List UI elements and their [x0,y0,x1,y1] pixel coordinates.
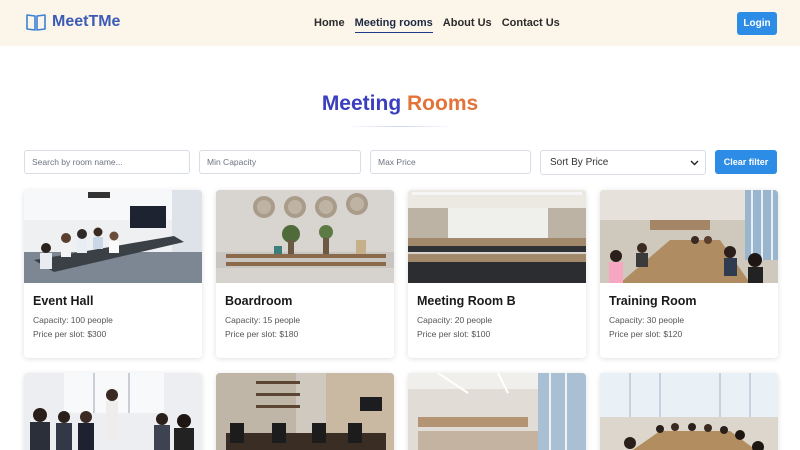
title-underline-divider [346,126,454,127]
room-price: Price per slot: $100 [417,329,491,339]
min-capacity-input[interactable] [199,150,361,174]
search-input[interactable] [24,150,190,174]
brand-name: MeetTMe [52,13,121,30]
nav-contact-us[interactable]: Contact Us [502,17,560,33]
room-card[interactable] [24,373,202,450]
page-title: Meeting Rooms [0,92,800,116]
main-nav: Home Meeting rooms About Us Contact Us [314,17,570,33]
room-capacity: Capacity: 20 people [417,315,493,325]
room-capacity: Capacity: 100 people [33,315,113,325]
page-title-part2: Rooms [407,92,479,115]
room-card[interactable] [408,373,586,450]
room-photo [600,190,778,283]
room-name: Meeting Room B [417,294,516,308]
room-photo [216,373,394,450]
room-photo [24,373,202,450]
room-price: Price per slot: $300 [33,329,107,339]
brand-logo[interactable]: MeetTMe [26,13,120,31]
room-photo [600,373,778,450]
room-card-boardroom[interactable]: Boardroom Capacity: 15 people Price per … [216,190,394,358]
chevron-down-icon [690,160,699,165]
room-card-training-room[interactable]: Training Room Capacity: 30 people Price … [600,190,778,358]
room-photo [408,373,586,450]
room-name: Boardroom [225,294,293,308]
clear-filter-button[interactable]: Clear filter [715,150,777,174]
max-price-input[interactable] [370,150,531,174]
nav-about-us[interactable]: About Us [443,17,492,33]
room-card[interactable] [216,373,394,450]
top-navbar: MeetTMe Home Meeting rooms About Us Cont… [0,0,800,46]
room-price: Price per slot: $120 [609,329,683,339]
nav-home[interactable]: Home [314,17,345,33]
room-capacity: Capacity: 15 people [225,315,301,325]
book-icon [26,14,46,31]
room-card-meeting-room-b[interactable]: Meeting Room B Capacity: 20 people Price… [408,190,586,358]
room-capacity: Capacity: 30 people [609,315,685,325]
page-title-part1: Meeting [321,92,402,115]
room-price: Price per slot: $180 [225,329,299,339]
room-card-event-hall[interactable]: Event Hall Capacity: 100 people Price pe… [24,190,202,358]
room-card[interactable] [600,373,778,450]
room-photo [24,190,202,283]
sort-select-value: Sort By Price [550,157,609,168]
room-name: Event Hall [33,294,94,308]
room-photo [216,190,394,283]
room-name: Training Room [609,294,697,308]
sort-select[interactable]: Sort By Price [540,150,706,175]
login-button[interactable]: Login [737,12,777,35]
room-photo [408,190,586,283]
nav-meeting-rooms[interactable]: Meeting rooms [354,17,433,33]
